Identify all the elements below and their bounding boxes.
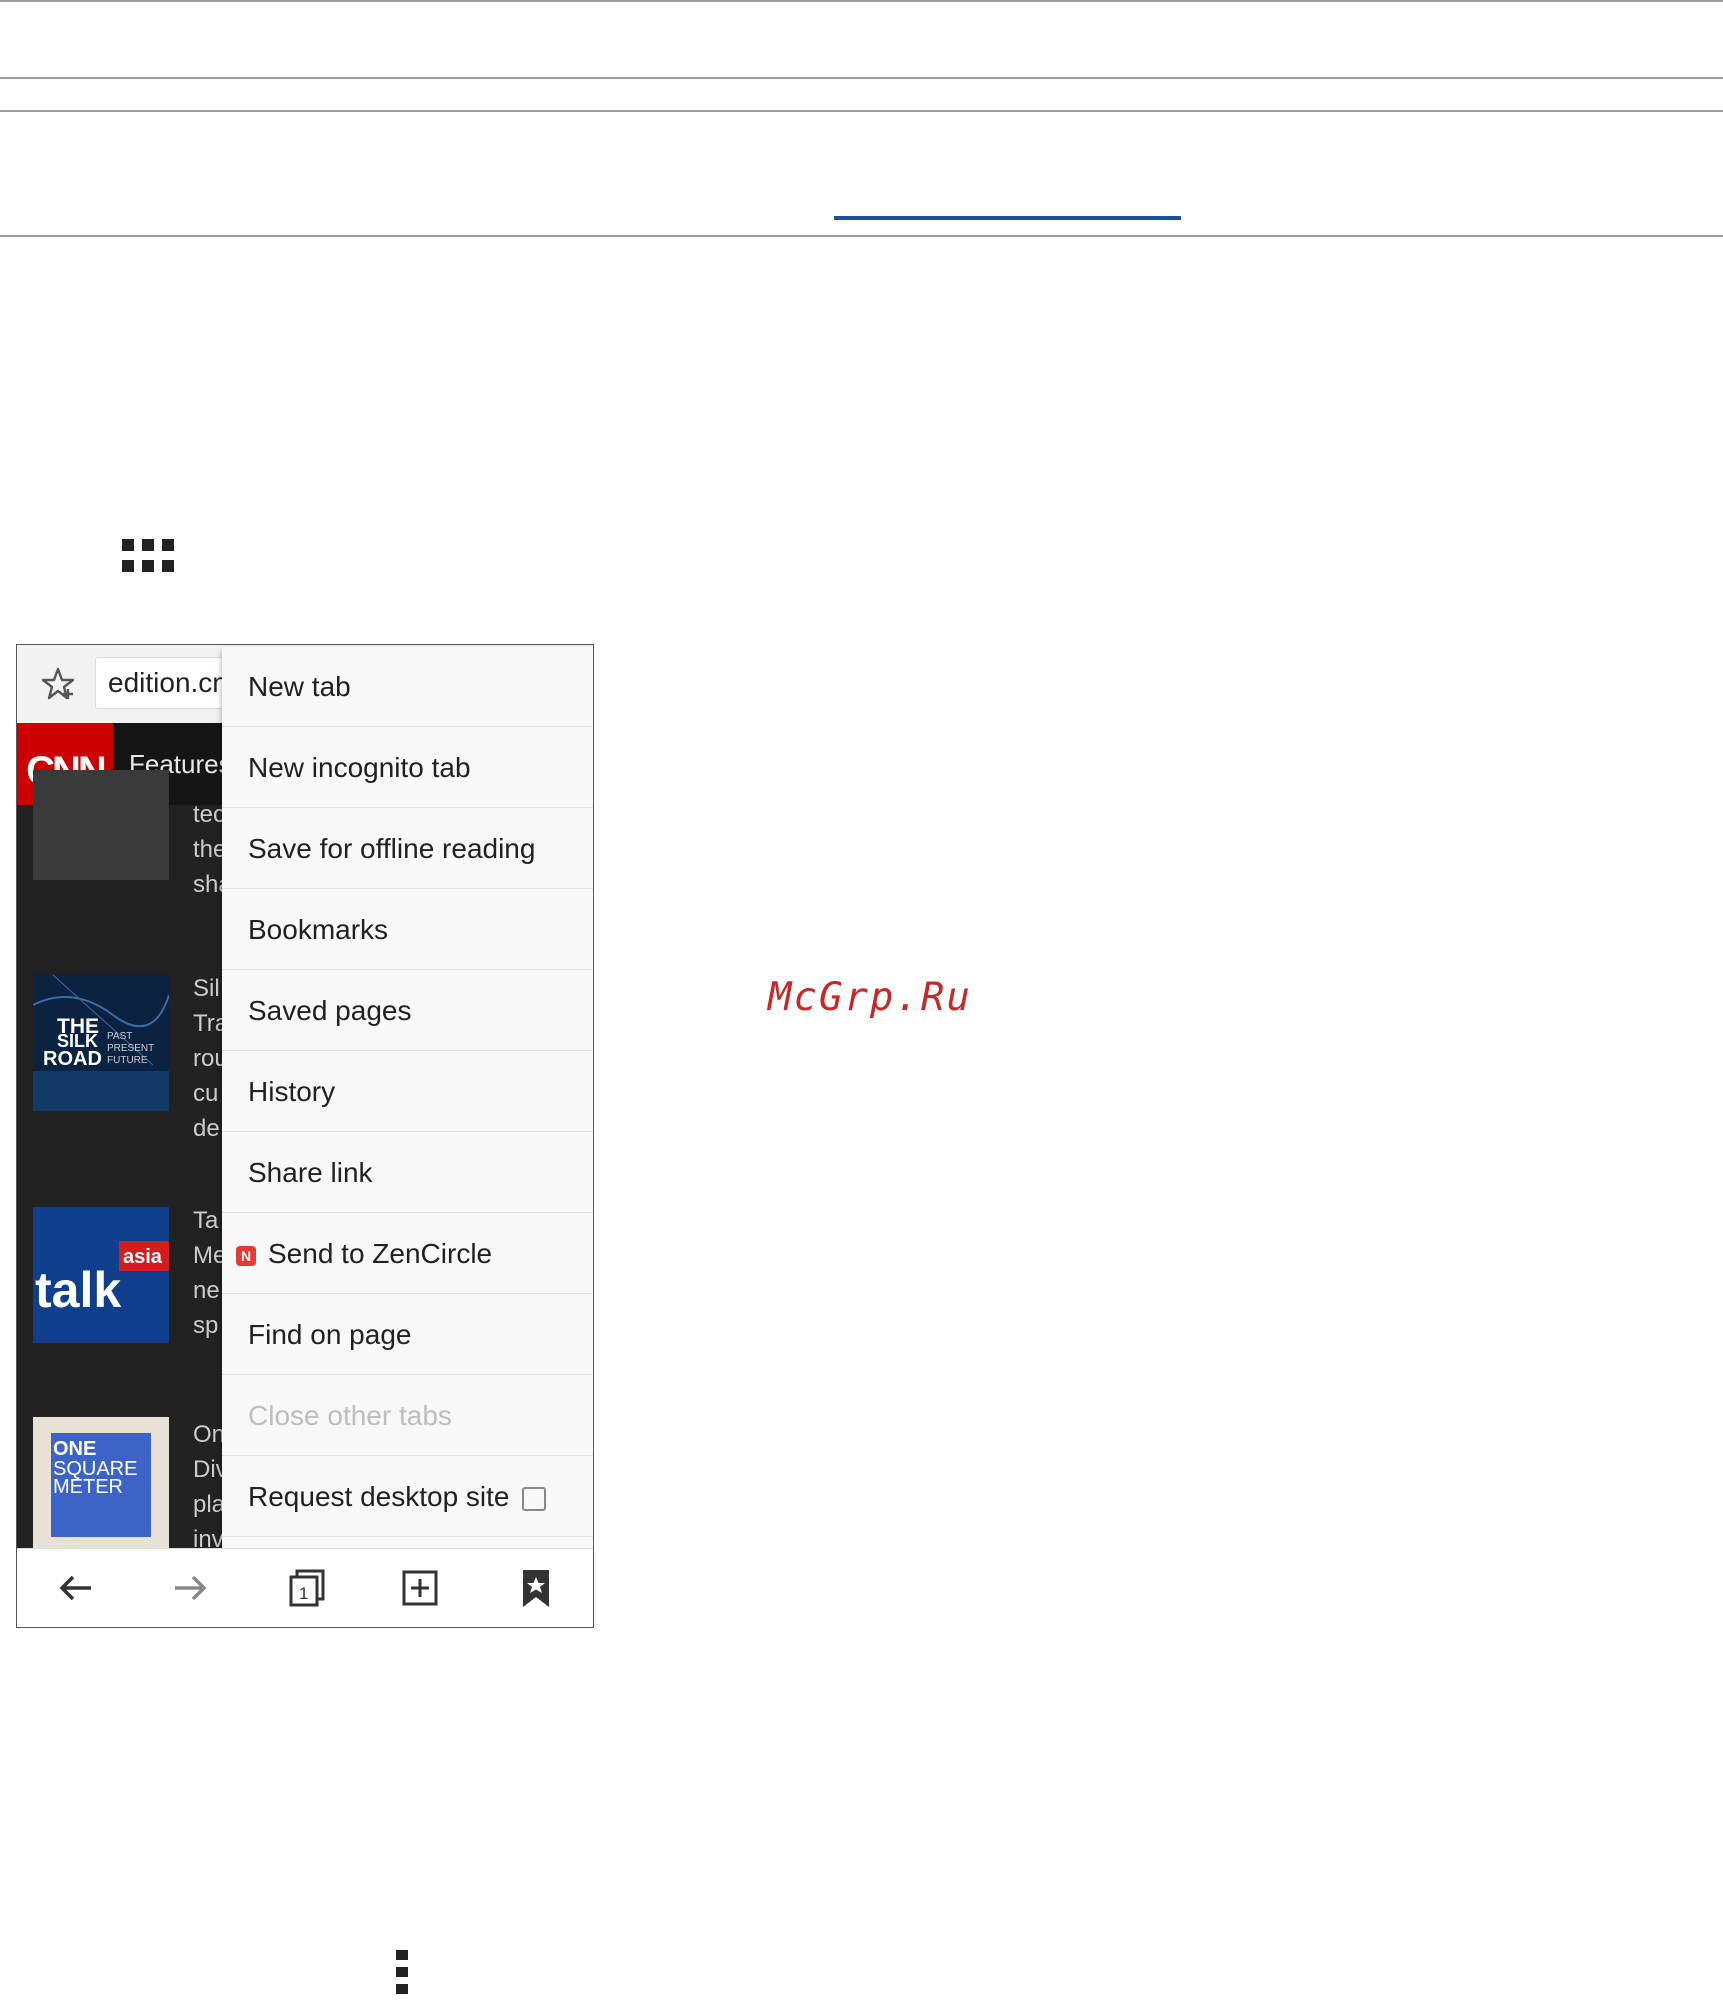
silk-sub-1: PAST: [107, 1031, 132, 1042]
menu-item-new-incognito-tab[interactable]: New incognito tab: [222, 728, 593, 808]
article-thumbnail: asia talk: [33, 1207, 169, 1343]
back-icon[interactable]: [53, 1565, 99, 1611]
menu-item-find-on-page[interactable]: Find on page: [222, 1295, 593, 1375]
silk-sub-2: PRESENT: [107, 1043, 154, 1054]
menu-item-send-to-zencircle[interactable]: N Send to ZenCircle: [222, 1214, 593, 1294]
header-rule-3: [0, 235, 1723, 237]
browser-bottom-bar: 1: [17, 1548, 593, 1627]
menu-item-bookmarks[interactable]: Bookmarks: [222, 890, 593, 970]
menu-item-share-link[interactable]: Share link: [222, 1133, 593, 1213]
article-thumbnail: THE SILK ROAD PAST PRESENT FUTURE: [33, 975, 169, 1111]
bookmark-icon[interactable]: [513, 1565, 559, 1611]
menu-item-saved-pages[interactable]: Saved pages: [222, 971, 593, 1051]
silk-title-3: ROAD: [43, 1048, 102, 1070]
desktop-site-checkbox[interactable]: [521, 1486, 546, 1511]
tabs-icon[interactable]: 1: [283, 1565, 329, 1611]
apps-grid-icon: [120, 537, 176, 575]
silk-sub-3: FUTURE: [107, 1055, 148, 1066]
menu-item-new-tab[interactable]: New tab: [222, 647, 593, 727]
one-title-3: METER: [53, 1476, 123, 1498]
menu-item-close-other-tabs: Close other tabs: [222, 1376, 593, 1456]
watermark-text: McGrp.Ru: [768, 975, 972, 1020]
menu-item-save-offline[interactable]: Save for offline reading: [222, 809, 593, 889]
header-rule-1: [0, 77, 1723, 79]
top-rule: [0, 0, 1723, 2]
menu-item-request-desktop-site[interactable]: Request desktop site: [222, 1457, 593, 1537]
menu-item-history[interactable]: History: [222, 1052, 593, 1132]
kebab-menu-icon: [396, 1948, 410, 1997]
header-rule-2: [0, 110, 1723, 112]
talk-sub: asia: [123, 1246, 163, 1268]
active-tab-underline: [834, 216, 1181, 220]
zencircle-icon: N: [236, 1245, 256, 1266]
forward-icon[interactable]: [167, 1565, 213, 1611]
talk-title: talk: [35, 1262, 121, 1318]
article-thumbnail: ONE SQUARE METER: [33, 1417, 169, 1553]
one-title-1: ONE: [53, 1438, 96, 1460]
tabs-count: 1: [299, 1584, 308, 1603]
new-tab-icon[interactable]: [397, 1565, 443, 1611]
bookmark-star-icon[interactable]: [39, 665, 77, 703]
article-thumbnail: [33, 770, 169, 880]
overflow-menu: New tab New incognito tab Save for offli…: [222, 647, 593, 1552]
browser-screenshot: edition.cnn.com CNN Features tec the sha…: [16, 644, 594, 1628]
